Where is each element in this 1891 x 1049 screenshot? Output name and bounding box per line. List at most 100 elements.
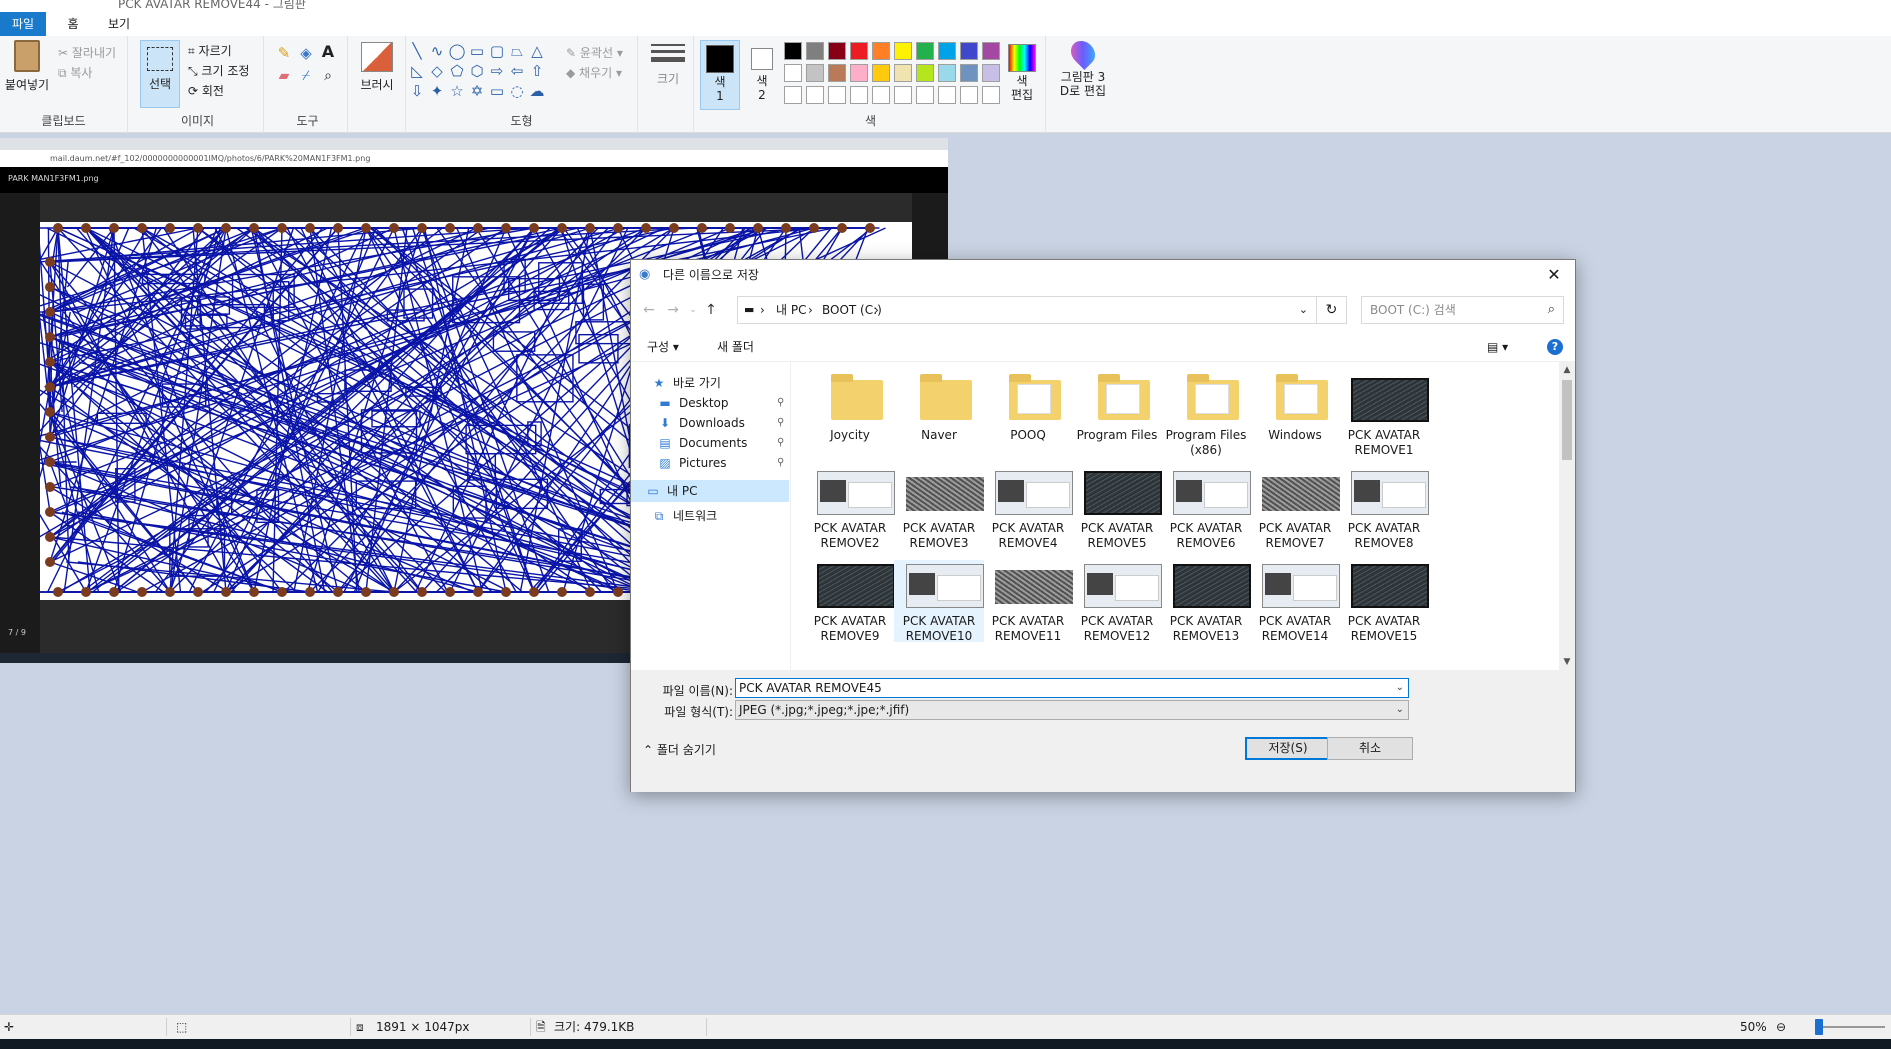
image-file-item[interactable]: PCK AVATAR REMOVE14 xyxy=(1250,560,1340,643)
crop-button[interactable]: ⌗ 자르기 xyxy=(188,42,232,59)
color-swatch[interactable] xyxy=(850,42,868,60)
image-file-item[interactable]: PCK AVATAR REMOVE12 xyxy=(1072,560,1162,643)
up-arrow-icon[interactable]: ↑ xyxy=(701,300,721,320)
nav-item[interactable]: ▭ 내 PC xyxy=(631,480,789,502)
right-triangle-shape-icon[interactable]: ◺ xyxy=(408,62,426,80)
color-swatch[interactable] xyxy=(850,86,868,104)
eraser-icon[interactable]: ▰ xyxy=(274,68,294,84)
image-file-item[interactable]: PCK AVATAR REMOVE6 xyxy=(1161,467,1251,550)
color-swatch[interactable] xyxy=(872,64,890,82)
nav-item[interactable]: ▬ Desktop ⚲ xyxy=(631,392,789,414)
chevron-down-icon[interactable]: ⌄ xyxy=(1396,701,1404,719)
rectangle-shape-icon[interactable]: ▭ xyxy=(468,42,486,60)
image-file-item[interactable]: PCK AVATAR REMOVE9 xyxy=(805,560,895,643)
text-icon[interactable]: A xyxy=(318,42,338,61)
nav-item[interactable]: ⧉ 네트워크 xyxy=(631,505,789,527)
hexagon-shape-icon[interactable]: ⬡ xyxy=(468,62,486,80)
callout-oval-icon[interactable]: ◌ xyxy=(508,82,526,100)
new-folder-button[interactable]: 새 폴더 xyxy=(717,332,754,362)
curve-shape-icon[interactable]: ∿ xyxy=(428,42,446,60)
color-picker-icon[interactable]: ⌿ xyxy=(296,68,316,84)
color-swatch[interactable] xyxy=(938,64,956,82)
close-icon[interactable]: ✕ xyxy=(1543,264,1565,286)
filetype-select[interactable]: JPEG (*.jpg;*.jpeg;*.jpe;*.jfif) ⌄ xyxy=(735,700,1409,720)
cut-button[interactable]: ✂ 잘라내기 xyxy=(58,44,116,61)
recent-locations-icon[interactable]: ⌄ xyxy=(683,300,703,320)
pentagon-shape-icon[interactable]: ⬠ xyxy=(448,62,466,80)
color-swatch[interactable] xyxy=(960,42,978,60)
paste-button[interactable]: 붙여넣기 xyxy=(2,40,52,93)
address-breadcrumb[interactable]: ▬ › 내 PC › BOOT (C:) › ⌄ xyxy=(737,296,1317,324)
folder-item[interactable]: Windows xyxy=(1250,374,1340,456)
file-list-scrollbar[interactable]: ▲ ▼ xyxy=(1559,362,1575,670)
refresh-icon[interactable]: ↻ xyxy=(1317,296,1347,324)
color-swatch[interactable] xyxy=(806,86,824,104)
color-swatch[interactable] xyxy=(828,64,846,82)
callout-cloud-icon[interactable]: ☁ xyxy=(528,82,546,100)
polygon-shape-icon[interactable]: ⏢ xyxy=(508,42,526,60)
scroll-down-icon[interactable]: ▼ xyxy=(1559,654,1575,670)
image-file-item[interactable]: PCK AVATAR REMOVE3 xyxy=(894,467,984,550)
magnifier-icon[interactable]: ⌕ xyxy=(318,68,338,84)
color-swatch[interactable] xyxy=(784,64,802,82)
image-file-item[interactable]: PCK AVATAR REMOVE2 xyxy=(805,467,895,550)
image-file-item[interactable]: PCK AVATAR REMOVE7 xyxy=(1250,467,1340,550)
color-swatch[interactable] xyxy=(916,42,934,60)
forward-arrow-icon[interactable]: → xyxy=(663,300,683,320)
image-file-item[interactable]: PCK AVATAR REMOVE10 xyxy=(894,560,984,643)
folder-item[interactable]: Naver xyxy=(894,374,984,456)
search-input[interactable]: BOOT (C:) 검색 ⌕ xyxy=(1361,296,1564,324)
brush-button[interactable]: 브러시 xyxy=(352,42,402,93)
folder-item[interactable]: POOQ xyxy=(983,374,1073,456)
five-point-star-icon[interactable]: ☆ xyxy=(448,82,466,100)
color-swatch[interactable] xyxy=(982,86,1000,104)
folder-item[interactable]: Program Files xyxy=(1072,374,1162,456)
save-button[interactable]: 저장(S) xyxy=(1245,737,1331,760)
color-swatch[interactable] xyxy=(938,42,956,60)
outline-button[interactable]: ✎ 윤곽선 ▾ xyxy=(566,44,623,61)
folder-item[interactable]: Program Files (x86) xyxy=(1161,374,1251,457)
color-swatch[interactable] xyxy=(938,86,956,104)
color-swatch[interactable] xyxy=(916,64,934,82)
image-file-item[interactable]: PCK AVATAR REMOVE8 xyxy=(1339,467,1429,550)
four-point-star-icon[interactable]: ✦ xyxy=(428,82,446,100)
fill-bucket-icon[interactable]: ◈ xyxy=(296,44,316,62)
fill-button[interactable]: ◆ 채우기 ▾ xyxy=(566,64,622,81)
breadcrumb-boot-drive[interactable]: BOOT (C:) xyxy=(822,297,882,323)
color-swatch[interactable] xyxy=(872,42,890,60)
diamond-shape-icon[interactable]: ◇ xyxy=(428,62,446,80)
triangle-shape-icon[interactable]: △ xyxy=(528,42,546,60)
copy-button[interactable]: ⧉ 복사 xyxy=(58,64,92,81)
image-file-item[interactable]: PCK AVATAR REMOVE5 xyxy=(1072,467,1162,550)
color-swatch[interactable] xyxy=(982,64,1000,82)
color-swatch[interactable] xyxy=(784,42,802,60)
zoom-slider-thumb[interactable] xyxy=(1815,1019,1823,1035)
resize-button[interactable]: ⤡ 크기 조정 xyxy=(188,62,249,79)
nav-item[interactable]: ⬇ Downloads ⚲ xyxy=(631,412,789,434)
organize-button[interactable]: 구성 ▾ xyxy=(647,332,679,362)
back-arrow-icon[interactable]: ← xyxy=(639,300,659,320)
folder-item[interactable]: Joycity xyxy=(805,374,895,456)
filename-field[interactable]: PCK AVATAR REMOVE45 ⌄ xyxy=(735,678,1409,698)
scroll-up-icon[interactable]: ▲ xyxy=(1559,362,1575,378)
callout-rect-icon[interactable]: ▭ xyxy=(488,82,506,100)
nav-item[interactable]: ▨ Pictures ⚲ xyxy=(631,452,789,474)
color-swatch[interactable] xyxy=(894,64,912,82)
edit-colors-button[interactable]: 색 편집 xyxy=(1002,40,1042,110)
pencil-icon[interactable]: ✎ xyxy=(274,44,294,62)
nav-item[interactable]: ★ 바로 가기 xyxy=(631,372,789,394)
color-swatch[interactable] xyxy=(828,42,846,60)
chevron-down-icon[interactable]: ⌄ xyxy=(1299,297,1308,323)
color-swatch[interactable] xyxy=(806,42,824,60)
color-swatch[interactable] xyxy=(894,42,912,60)
image-file-item[interactable]: PCK AVATAR REMOVE15 xyxy=(1339,560,1429,643)
select-button[interactable]: 선택 xyxy=(140,40,180,108)
oval-shape-icon[interactable]: ◯ xyxy=(448,42,466,60)
chevron-down-icon[interactable]: ⌄ xyxy=(1396,679,1404,697)
rounded-rectangle-shape-icon[interactable]: ▢ xyxy=(488,42,506,60)
image-file-item[interactable]: PCK AVATAR REMOVE13 xyxy=(1161,560,1251,643)
color2-button[interactable]: 색 2 xyxy=(744,40,780,110)
color-swatch[interactable] xyxy=(982,42,1000,60)
right-arrow-shape-icon[interactable]: ⇨ xyxy=(488,62,506,80)
color-swatch[interactable] xyxy=(806,64,824,82)
